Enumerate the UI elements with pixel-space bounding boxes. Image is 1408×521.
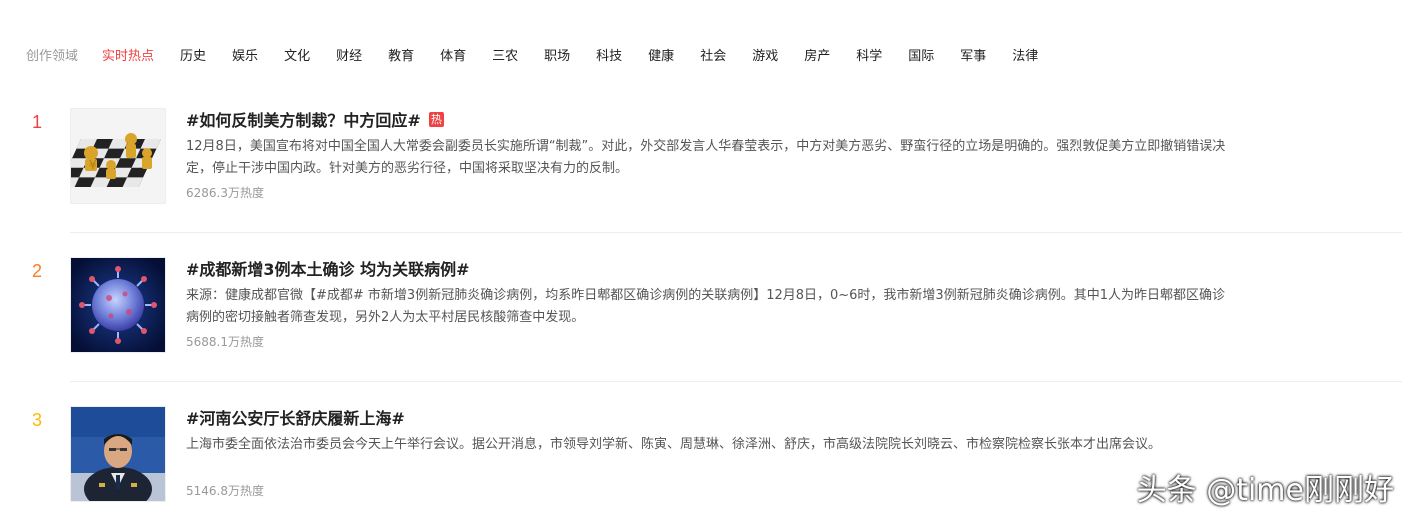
portrait-icon: [71, 407, 165, 501]
category-nav-label: 创作领域: [26, 48, 79, 64]
chess-board-thumbnail[interactable]: ¥: [70, 108, 166, 204]
nav-item-culture[interactable]: 文化: [284, 45, 310, 64]
hot-item-description: 12月8日，美国宣布将对中国全国人大常委会副委员长实施所谓“制裁”。对此，外交部…: [186, 139, 1226, 176]
nav-item-science[interactable]: 科学: [856, 45, 882, 64]
nav-item-history[interactable]: 历史: [180, 45, 206, 64]
hot-list-page: 创作领域 实时热点 历史 娱乐 文化 财经 教育 体育 三农 职场 科技 健康 …: [0, 0, 1408, 521]
hot-item-title[interactable]: #河南公安厅长舒庆履新上海#: [186, 405, 405, 429]
hot-item-title[interactable]: #成都新增3例本土确诊 均为关联病例#: [186, 256, 470, 280]
nav-item-games[interactable]: 游戏: [752, 45, 778, 64]
virus-icon: [71, 258, 165, 352]
nav-item-military[interactable]: 军事: [960, 45, 986, 64]
rank-number: 2: [32, 261, 43, 281]
nav-item-realtime-hot[interactable]: 实时热点: [102, 45, 154, 64]
nav-item-finance[interactable]: 财经: [336, 45, 362, 64]
virus-thumbnail[interactable]: [70, 257, 166, 353]
hot-item-description: 来源：健康成都官微【#成都# 市新增3例新冠肺炎确诊病例，均系昨日郫都区确诊病例…: [186, 288, 1225, 325]
heat-count: 6286.3万热度: [186, 186, 264, 200]
watermark: 头条 @time刚刚好: [1136, 473, 1394, 508]
nav-item-sports[interactable]: 体育: [440, 45, 466, 64]
official-portrait-thumbnail[interactable]: [70, 406, 166, 502]
nav-item-society[interactable]: 社会: [700, 45, 726, 64]
category-nav: 创作领域 实时热点 历史 娱乐 文化 财经 教育 体育 三农 职场 科技 健康 …: [26, 44, 1064, 64]
rank-number: 1: [32, 112, 43, 132]
nav-item-workplace[interactable]: 职场: [544, 45, 570, 64]
hot-item-title[interactable]: #如何反制美方制裁？中方回应#: [186, 107, 421, 131]
nav-item-education[interactable]: 教育: [388, 45, 414, 64]
hot-badge: 热: [428, 111, 444, 127]
svg-text:¥: ¥: [89, 158, 97, 172]
chess-board-icon: ¥: [71, 109, 165, 203]
hot-item-content: #成都新增3例本土确诊 均为关联病例# 来源：健康成都官微【#成都# 市新增3例…: [186, 257, 1402, 350]
hot-item-content: #如何反制美方制裁？中方回应# 热 12月8日，美国宣布将对中国全国人大常委会副…: [186, 108, 1402, 201]
divider: [70, 381, 1402, 382]
nav-item-law[interactable]: 法律: [1012, 45, 1038, 64]
nav-item-agriculture[interactable]: 三农: [492, 45, 518, 64]
nav-item-health[interactable]: 健康: [648, 45, 674, 64]
hot-item-description: 上海市委全面依法治市委员会今天上午举行会议。据公开消息，市领导刘学新、陈寅、周慧…: [186, 437, 1162, 452]
rank-number: 3: [32, 410, 43, 430]
nav-item-tech[interactable]: 科技: [596, 45, 622, 64]
nav-item-international[interactable]: 国际: [908, 45, 934, 64]
heat-count: 5688.1万热度: [186, 335, 264, 349]
nav-item-entertainment[interactable]: 娱乐: [232, 45, 258, 64]
divider: [70, 232, 1402, 233]
nav-item-real-estate[interactable]: 房产: [804, 45, 830, 64]
